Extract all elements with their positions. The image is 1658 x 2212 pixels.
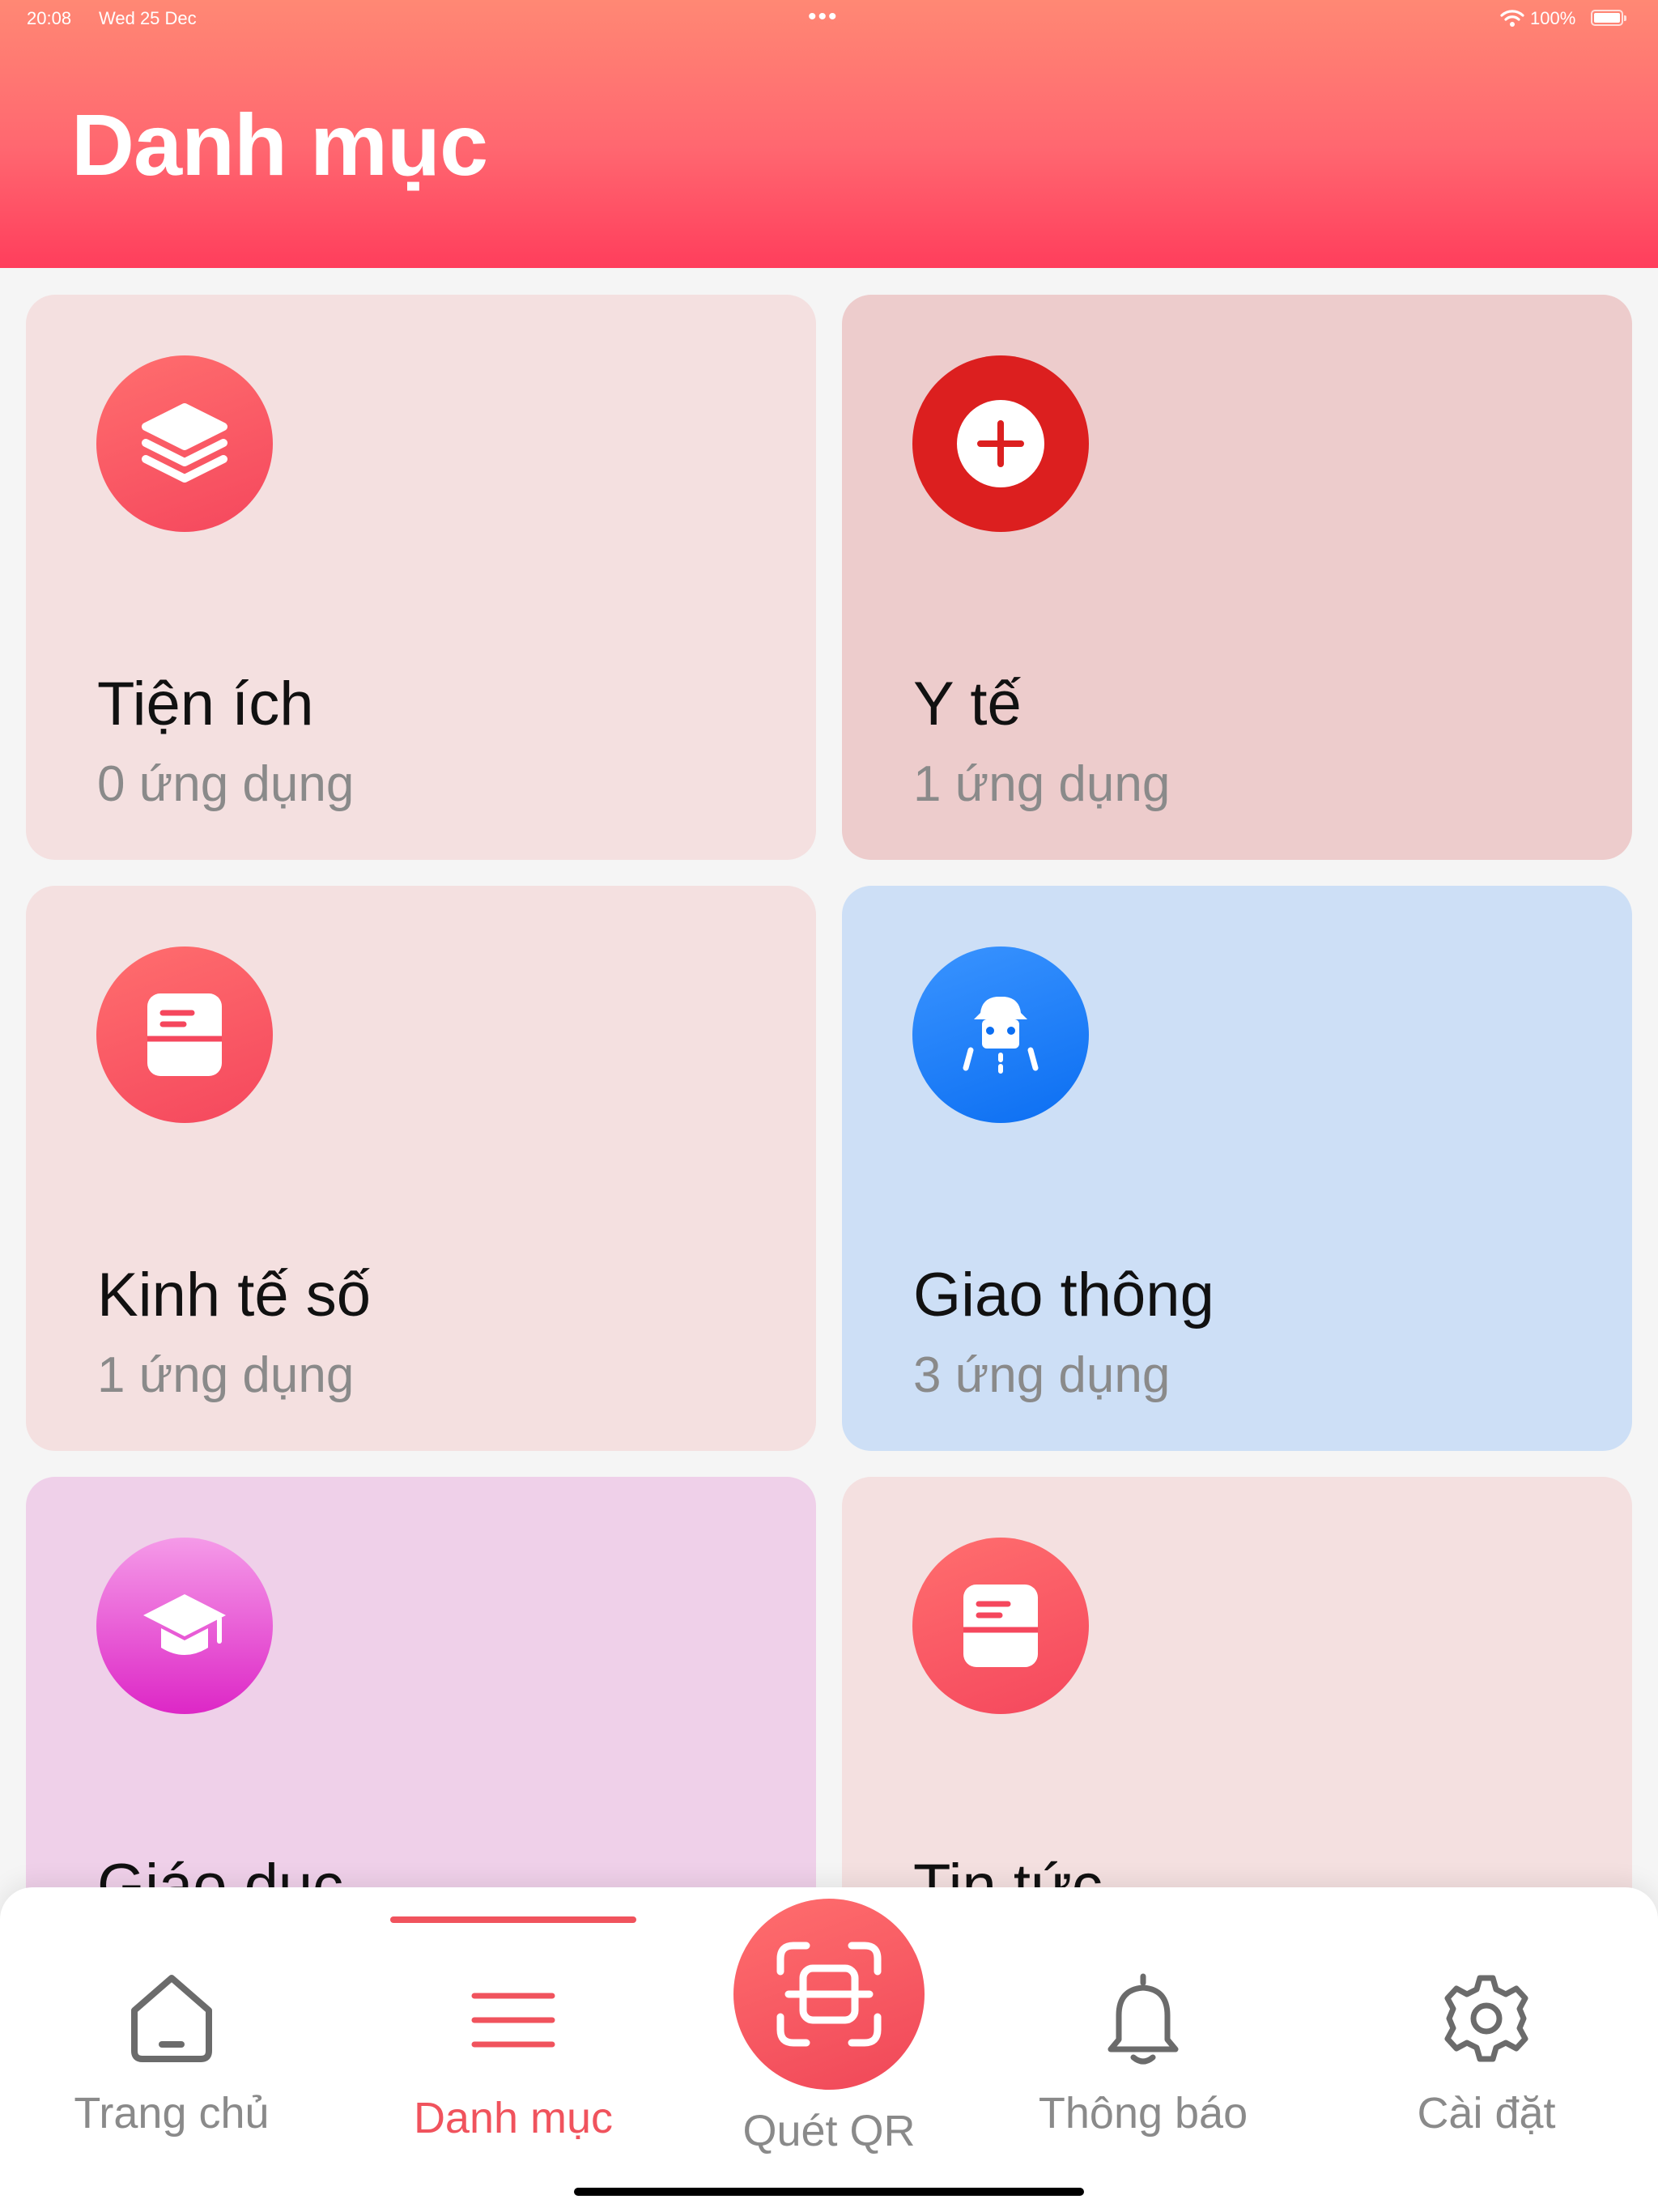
tab-label: Cài đặt <box>1417 2089 1556 2138</box>
status-bar: 20:08 Wed 25 Dec ••• 100% <box>0 0 1658 37</box>
graduation-cap-icon <box>96 1538 273 1714</box>
tab-label: Trang chủ <box>74 2089 270 2138</box>
status-date: Wed 25 Dec <box>99 8 197 28</box>
document-icon <box>96 946 273 1123</box>
category-card-kinh-te-so[interactable]: Kinh tế số 1 ứng dụng <box>26 886 816 1451</box>
tab-quet-qr[interactable]: Quét QR <box>699 1887 959 2155</box>
medical-plus-icon <box>912 355 1089 532</box>
category-grid: Tiện ích 0 ứng dụng Y tế 1 ứng dụng Kinh… <box>0 268 1658 2042</box>
qr-scan-icon <box>776 1942 882 2047</box>
tab-label: Thông báo <box>1038 2089 1248 2138</box>
qr-scan-button[interactable] <box>733 1899 925 2090</box>
category-count: 1 ứng dụng <box>913 756 1171 812</box>
status-time: 20:08 <box>27 8 72 28</box>
news-icon <box>912 1538 1089 1714</box>
battery-icon <box>1591 10 1626 26</box>
page-title: Danh mục <box>71 96 488 194</box>
tab-label: Quét QR <box>742 2107 916 2155</box>
multitasking-dots-icon[interactable]: ••• <box>808 3 839 31</box>
bottom-tab-bar: Trang chủ Danh mục Quét QR Thông báo Cài… <box>0 1887 1658 2212</box>
home-icon <box>131 1975 212 2062</box>
category-count: 3 ứng dụng <box>913 1347 1171 1403</box>
category-count: 0 ứng dụng <box>97 756 355 812</box>
bell-icon <box>1107 1973 1179 2065</box>
layers-icon <box>96 355 273 532</box>
gear-icon <box>1444 1975 1528 2062</box>
wifi-icon <box>1500 10 1524 27</box>
category-title: Y tế <box>913 670 1022 738</box>
category-card-giao-thong[interactable]: Giao thông 3 ứng dụng <box>842 886 1632 1451</box>
tab-home[interactable]: Trang chủ <box>42 1887 301 2155</box>
category-title: Kinh tế số <box>97 1261 371 1329</box>
tab-danh-muc[interactable]: Danh mục <box>384 1887 643 2155</box>
battery-percent: 100% <box>1530 8 1576 28</box>
tab-cai-dat[interactable]: Cài đặt <box>1357 1887 1616 2155</box>
header: 20:08 Wed 25 Dec ••• 100% Danh mục <box>0 0 1658 268</box>
home-indicator[interactable] <box>574 2188 1084 2196</box>
category-card-y-te[interactable]: Y tế 1 ứng dụng <box>842 295 1632 860</box>
category-title: Tiện ích <box>97 670 314 738</box>
category-title: Giao thông <box>913 1261 1214 1329</box>
menu-icon <box>471 1993 555 2048</box>
category-count: 1 ứng dụng <box>97 1347 355 1403</box>
car-road-icon <box>912 946 1089 1123</box>
tab-thong-bao[interactable]: Thông báo <box>1014 1887 1273 2155</box>
tab-label: Danh mục <box>413 2094 614 2142</box>
category-card-tien-ich[interactable]: Tiện ích 0 ứng dụng <box>26 295 816 860</box>
